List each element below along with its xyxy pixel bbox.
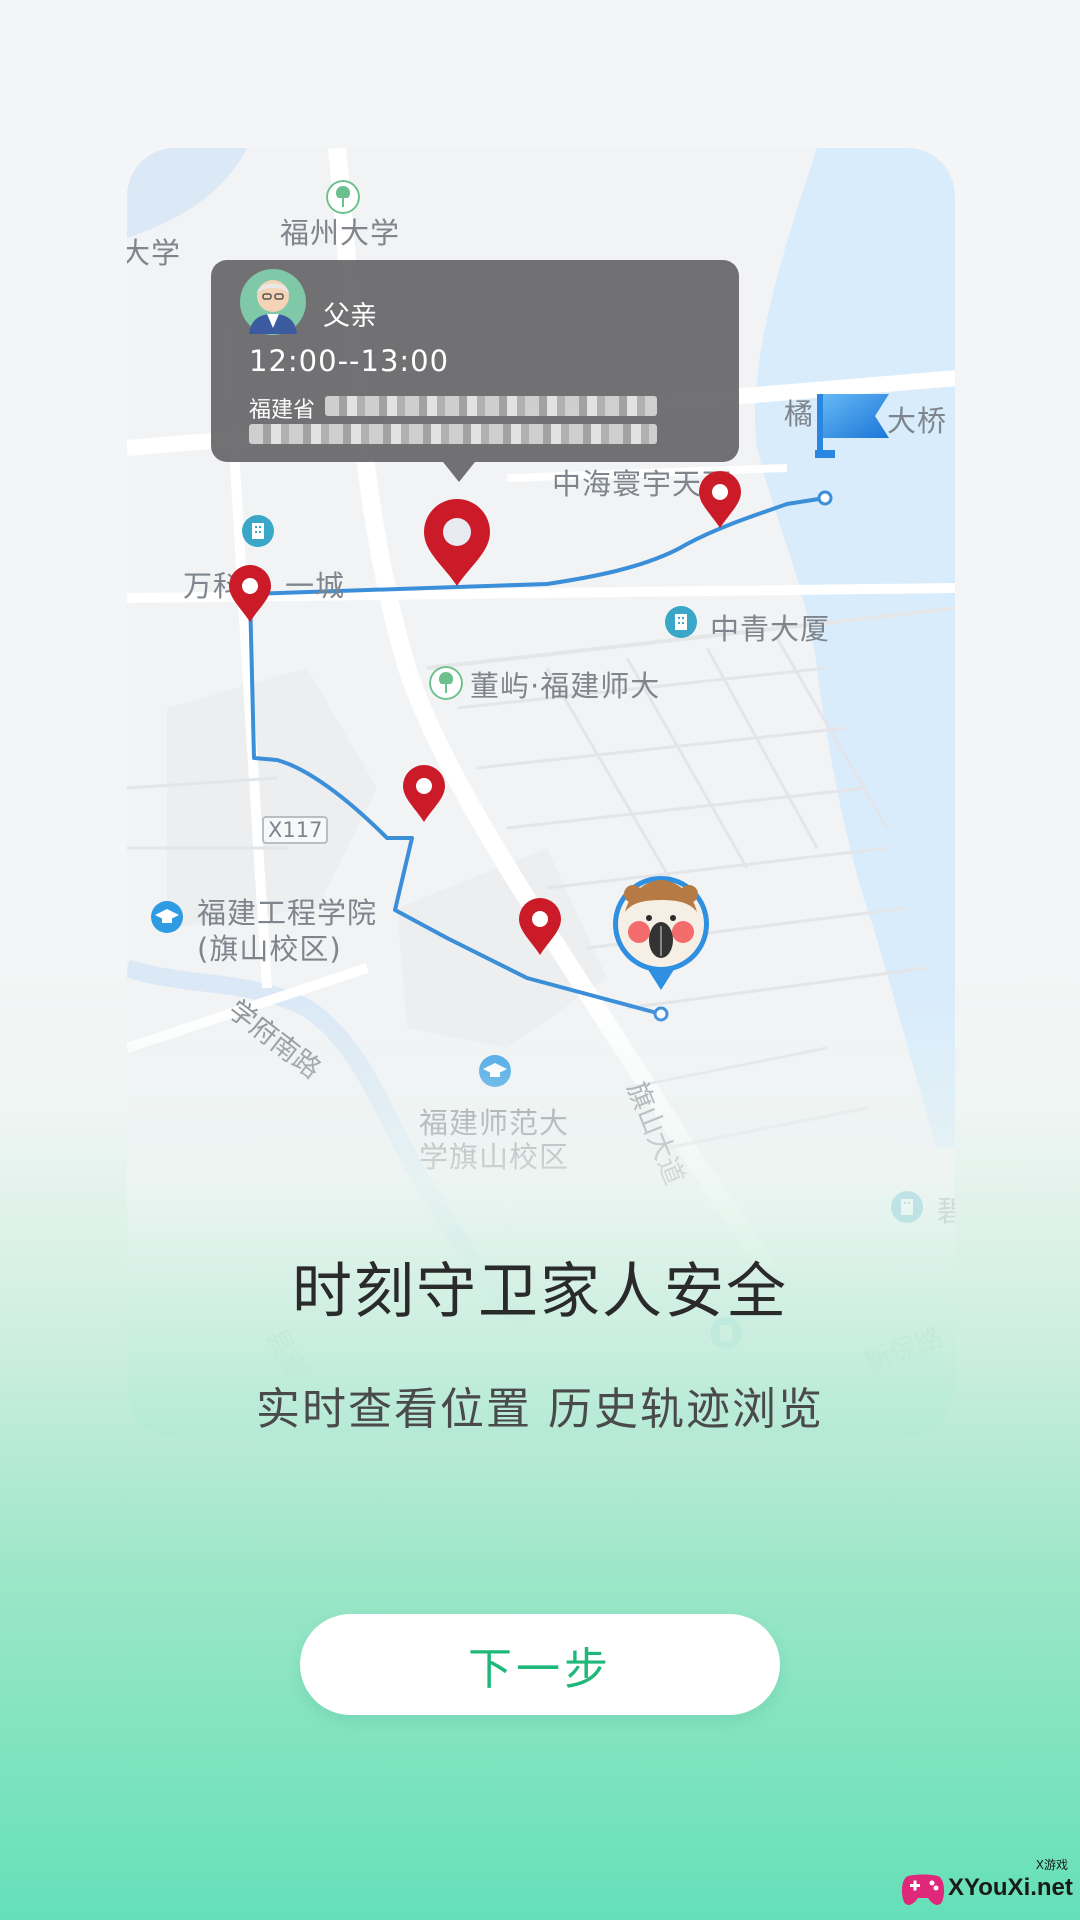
map-label-fuzhou-university: 福州大学 <box>280 216 401 250</box>
gamepad-icon <box>901 1874 945 1905</box>
building-icon <box>891 1191 923 1223</box>
time-range: 12:00--13:00 <box>249 344 450 378</box>
flag-icon <box>815 394 889 458</box>
blurred-address-line2 <box>249 424 657 444</box>
building-icon <box>242 515 274 547</box>
map-label-bridge-right: 大桥 <box>887 404 948 438</box>
hamster-avatar-icon[interactable] <box>611 872 711 992</box>
park-icon <box>429 666 463 700</box>
location-pin-icon[interactable] <box>422 498 492 588</box>
map-label-vanke-suffix: 一城 <box>285 569 346 603</box>
location-info-popup: 父亲 12:00--13:00 福建省 <box>211 260 739 482</box>
school-icon <box>479 1055 511 1087</box>
watermark-text: XYouXi.net <box>948 1874 1073 1901</box>
watermark-small: X游戏 <box>1035 1858 1068 1872</box>
road-shield-x117: X117 <box>262 816 329 844</box>
location-pin-icon[interactable] <box>401 764 447 824</box>
map-label-university-fragment: 大学 <box>127 236 182 270</box>
father-avatar-icon <box>240 269 306 335</box>
map-label-fjnu-line2: 学旗山校区 <box>419 1140 570 1174</box>
map-label-dongyu: 董屿·福建师大 <box>470 669 661 703</box>
location-pin-icon[interactable] <box>697 470 743 530</box>
address-prefix: 福建省 <box>249 398 316 423</box>
watermark-logo: XYouXi.net X游戏 <box>900 1856 1073 1912</box>
map-label-edge-char: 碧 <box>937 1194 955 1228</box>
location-pin-icon[interactable] <box>517 897 563 957</box>
blurred-address-line1 <box>325 396 657 416</box>
map-label-bridge-left: 橘 <box>784 397 815 431</box>
map-label-zhongqing: 中青大厦 <box>710 612 831 646</box>
school-icon <box>151 901 183 933</box>
person-name: 父亲 <box>323 301 377 332</box>
map-label-fjut-line2: (旗山校区) <box>197 932 342 966</box>
page-subtitle: 实时查看位置 历史轨迹浏览 <box>256 1384 824 1435</box>
building-icon <box>665 606 697 638</box>
location-pin-icon[interactable] <box>227 564 273 624</box>
park-icon <box>326 180 360 214</box>
page-title: 时刻守卫家人安全 <box>292 1257 788 1327</box>
next-button[interactable]: 下一步 <box>300 1614 780 1715</box>
